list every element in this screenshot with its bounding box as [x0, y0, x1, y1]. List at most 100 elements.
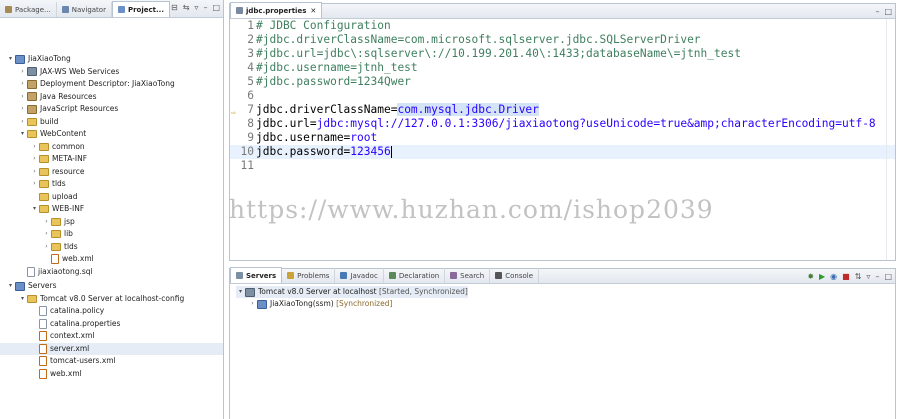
tab-problems[interactable]: Problems — [282, 268, 336, 283]
folder-icon — [39, 142, 49, 151]
tree-item-label: jiaxiaotong.sql — [38, 266, 93, 276]
module-row[interactable]: › JiaXiaoTong(ssm) [Synchronized] — [248, 298, 392, 310]
chevron-down-icon[interactable]: ▾ — [6, 53, 15, 66]
editor-scrollbar[interactable] — [886, 19, 895, 260]
chevron-right-icon[interactable]: › — [42, 216, 51, 229]
line-number: 3 — [247, 47, 254, 60]
chevron-right-icon[interactable]: › — [30, 141, 39, 154]
view-menu-icon[interactable]: ▿ — [194, 3, 198, 12]
chevron-right-icon[interactable]: › — [42, 241, 51, 254]
tree-item[interactable]: › jsp — [0, 216, 223, 229]
tree-item[interactable]: › Java Resources — [0, 91, 223, 104]
folder-icon — [39, 205, 49, 214]
tree-item[interactable]: tomcat-users.xml — [0, 355, 223, 368]
close-icon[interactable]: ✕ — [310, 7, 316, 15]
code-line[interactable]: 8 jdbc.url=jdbc:mysql://127.0.0.1:3306/ji… — [230, 117, 895, 131]
tree-item[interactable]: › JavaScript Resources — [0, 103, 223, 116]
navigator-icon — [61, 6, 69, 13]
project-icon — [15, 281, 25, 291]
chevron-right-icon[interactable]: › — [18, 91, 27, 104]
tree-item[interactable]: catalina.properties — [0, 318, 223, 331]
collapse-all-icon[interactable]: ⊟ — [171, 3, 178, 12]
code-line[interactable]: 1 # JDBC Configuration — [230, 19, 895, 33]
start-icon[interactable]: ▶ — [819, 272, 825, 281]
view-menu-icon[interactable]: ▿ — [866, 272, 870, 281]
tab-jdbc-properties[interactable]: jdbc.properties ✕ — [230, 2, 323, 18]
tab-package-explorer[interactable]: Package... — [0, 2, 57, 17]
tree-item[interactable]: › tlds — [0, 178, 223, 191]
chevron-down-icon[interactable]: ▾ — [236, 286, 245, 298]
chevron-right-icon[interactable]: › — [248, 298, 257, 310]
tree-item[interactable]: › tlds — [0, 241, 223, 254]
tab-search[interactable]: Search — [445, 268, 491, 283]
code-text: # JDBC Configuration — [256, 19, 391, 33]
chevron-right-icon[interactable]: › — [18, 66, 27, 79]
minimize-icon[interactable]: – — [203, 3, 207, 12]
code-line[interactable]: 5 #jdbc.password=1234Qwer — [230, 75, 895, 89]
minimize-icon[interactable]: – — [875, 7, 879, 16]
chevron-right-icon[interactable]: › — [18, 116, 27, 129]
tab-declaration[interactable]: Declaration — [384, 268, 446, 283]
tree-item[interactable]: ▾ JiaXiaoTong — [0, 53, 223, 66]
tree-item[interactable]: › build — [0, 116, 223, 129]
tree-item[interactable]: ▾ WebContent — [0, 128, 223, 141]
chevron-right-icon[interactable]: › — [30, 153, 39, 166]
maximize-icon[interactable]: □ — [884, 7, 892, 16]
tree-item[interactable]: › common — [0, 141, 223, 154]
maximize-icon[interactable]: □ — [212, 3, 220, 12]
tree-item[interactable]: ▾ Servers — [0, 280, 223, 293]
tree-item[interactable]: catalina.policy — [0, 305, 223, 318]
servers-tabbar: Servers Problems Javadoc Declaration Search C… — [230, 267, 895, 284]
chevron-right-icon[interactable]: › — [18, 103, 27, 116]
chevron-down-icon[interactable]: ▾ — [6, 280, 15, 293]
tab-javadoc[interactable]: Javadoc — [335, 268, 384, 283]
server-row[interactable]: ▾ Tomcat v8.0 Server at localhost [Start… — [236, 286, 468, 298]
code-token: #jdbc.driverClassName=com.microsoft.sqls… — [256, 33, 701, 46]
chevron-right-icon[interactable]: › — [18, 78, 27, 91]
tab-navigator[interactable]: Navigator — [57, 2, 112, 17]
code-line[interactable]: 9 jdbc.username=root — [230, 131, 895, 145]
line-number: 2 — [247, 33, 254, 46]
tree-item[interactable]: server.xml — [0, 342, 223, 355]
tree-item[interactable]: ▾ Tomcat v8.0 Server at localhost-config — [0, 293, 223, 306]
maximize-icon[interactable]: □ — [884, 272, 892, 281]
chevron-down-icon[interactable]: ▾ — [18, 293, 27, 306]
search-icon — [450, 272, 458, 279]
code-line[interactable]: 10 jdbc.password=123456 — [230, 145, 895, 159]
tree-item[interactable]: › resource — [0, 166, 223, 179]
code-token: jdbc.driverClassName= — [256, 103, 398, 116]
stop-icon[interactable]: ■ — [842, 272, 850, 281]
tree-item[interactable]: context.xml — [0, 330, 223, 343]
link-with-editor-icon[interactable]: ⇆ — [183, 3, 190, 12]
chevron-right-icon[interactable]: › — [42, 228, 51, 241]
code-line[interactable]: 2 #jdbc.driverClassName=com.microsoft.sql… — [230, 33, 895, 47]
chevron-right-icon[interactable]: › — [30, 166, 39, 179]
tree-item[interactable]: web.xml — [0, 368, 223, 381]
tree-item[interactable]: › META-INF — [0, 153, 223, 166]
tree-item[interactable]: › JAX-WS Web Services — [0, 66, 223, 79]
tree-item[interactable]: › Deployment Descriptor: JiaXiaoTong — [0, 78, 223, 91]
code-line[interactable]: 3 #jdbc.url=jdbc\:sqlserver\://10.199.201… — [230, 47, 895, 61]
code-line[interactable]: 6 — [230, 89, 895, 103]
minimize-icon[interactable]: – — [875, 272, 879, 281]
code-line[interactable]: 4 #jdbc.username=jtnh_test — [230, 61, 895, 75]
tree-item[interactable]: web.xml — [0, 253, 223, 266]
tree-item[interactable]: › lib — [0, 228, 223, 241]
chevron-right-icon[interactable]: › — [30, 178, 39, 191]
code-line[interactable]: 11 — [230, 159, 895, 173]
code-line[interactable]: ⇨ 7 jdbc.driverClassName=com.mysql.jdbc.Dr… — [230, 103, 895, 117]
tree-item[interactable]: ▾ WEB-INF — [0, 203, 223, 216]
tab-console[interactable]: Console — [490, 268, 540, 283]
debug-icon[interactable]: ✸ — [807, 272, 814, 281]
line-number: 10 — [240, 145, 254, 158]
tree-item[interactable]: jiaxiaotong.sql — [0, 266, 223, 279]
chevron-down-icon[interactable]: ▾ — [30, 203, 39, 216]
code-text: jdbc.username=root — [256, 131, 377, 145]
tab-project-explorer[interactable]: Project... — [111, 1, 170, 17]
profile-icon[interactable]: ◉ — [830, 272, 837, 281]
tab-servers[interactable]: Servers — [230, 267, 283, 283]
publish-icon[interactable]: ⇅ — [855, 272, 862, 281]
tree-item[interactable]: upload — [0, 191, 223, 204]
code-text: jdbc.password=123456 — [256, 145, 392, 159]
chevron-down-icon[interactable]: ▾ — [18, 128, 27, 141]
